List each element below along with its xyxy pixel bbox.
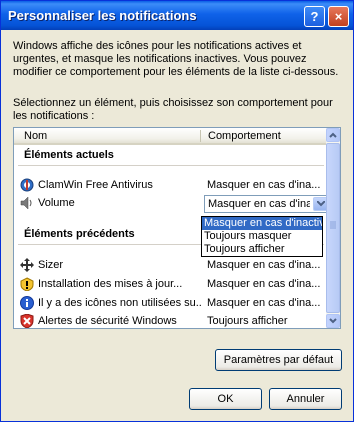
scroll-up-button[interactable] <box>326 128 340 142</box>
vertical-scrollbar[interactable] <box>326 128 340 328</box>
item-behavior: Masquer en cas d'ina... <box>207 297 321 309</box>
item-name: Installation des mises à jour... <box>38 278 183 290</box>
item-name: Sizer <box>38 259 64 271</box>
cancel-button[interactable]: Annuler <box>269 388 342 410</box>
list-header: Nom Comportement <box>14 128 326 145</box>
close-button[interactable]: × <box>328 6 349 27</box>
item-name: ClamWin Free Antivirus <box>38 179 153 191</box>
instruction-text: Sélectionnez un élément, puis choisissez… <box>13 97 333 122</box>
security-shield-icon <box>20 314 34 328</box>
list-item[interactable]: ClamWin Free Antivirus Masquer en cas d'… <box>18 177 324 194</box>
title-bar[interactable]: Personnaliser les notifications ? × <box>1 1 353 30</box>
dropdown-option-always-hide[interactable]: Toujours masquer <box>202 230 322 243</box>
info-icon <box>20 296 34 310</box>
ok-button[interactable]: OK <box>189 388 262 410</box>
item-behavior: Toujours afficher <box>207 315 288 327</box>
item-behavior: Masquer en cas d'ina... <box>207 179 321 191</box>
chevron-down-icon <box>317 201 325 207</box>
chevron-down-icon <box>329 318 337 324</box>
item-name: Il y a des icônes non utilisées su... <box>38 297 202 309</box>
window-title: Personnaliser les notifications <box>8 8 197 23</box>
dropdown-option-always-show[interactable]: Toujours afficher <box>202 243 322 256</box>
list-item[interactable]: Sizer Masquer en cas d'ina... <box>18 257 324 274</box>
clamwin-icon <box>20 178 34 192</box>
list-item-selected[interactable]: Volume Masquer en cas d'inactivité <box>18 195 330 213</box>
combobox-value: Masquer en cas d'inactivité <box>208 198 310 210</box>
sizer-icon <box>20 258 34 272</box>
item-name: Volume <box>38 197 75 209</box>
behavior-combobox[interactable]: Masquer en cas d'inactivité <box>204 195 330 213</box>
chevron-up-icon <box>329 132 337 138</box>
section-divider <box>18 165 324 166</box>
grip-icon <box>330 221 336 229</box>
list-item[interactable]: Alertes de sécurité Windows Toujours aff… <box>18 313 324 328</box>
scroll-down-button[interactable] <box>326 314 340 328</box>
help-button[interactable]: ? <box>304 6 325 27</box>
item-behavior: Masquer en cas d'ina... <box>207 259 321 271</box>
description-text: Windows affiche des icônes pour les noti… <box>13 40 339 78</box>
scroll-thumb[interactable] <box>326 143 340 313</box>
customize-notifications-dialog: Personnaliser les notifications ? × Wind… <box>0 0 354 422</box>
restore-defaults-button[interactable]: Paramètres par défaut <box>215 349 342 371</box>
column-header-name[interactable]: Nom <box>24 130 47 142</box>
section-current-items: Éléments actuels <box>24 149 114 161</box>
behavior-dropdown-list[interactable]: Masquer en cas d'inactivité Toujours mas… <box>201 216 323 257</box>
list-item[interactable]: Installation des mises à jour... Masquer… <box>18 276 324 293</box>
column-header-behavior[interactable]: Comportement <box>208 130 281 142</box>
list-item[interactable]: Il y a des icônes non utilisées su... Ma… <box>18 295 324 312</box>
dropdown-option-hide-when-inactive[interactable]: Masquer en cas d'inactivité <box>202 217 322 230</box>
windows-update-icon <box>20 277 34 291</box>
column-divider[interactable] <box>200 130 201 142</box>
volume-icon <box>20 196 32 210</box>
item-behavior: Masquer en cas d'ina... <box>207 278 321 290</box>
section-previous-items: Éléments précédents <box>24 228 135 240</box>
item-name: Alertes de sécurité Windows <box>38 315 177 327</box>
